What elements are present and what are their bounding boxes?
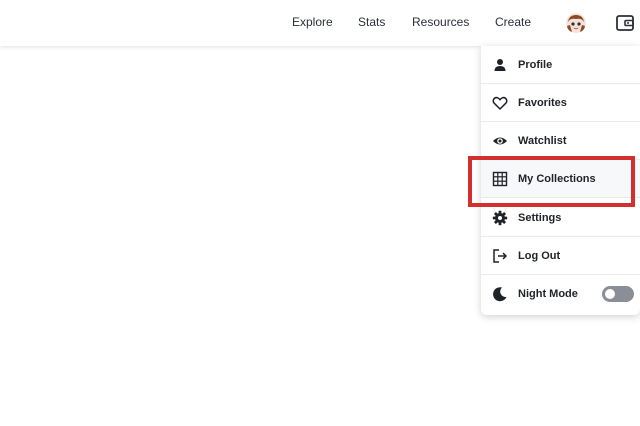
menu-item-watchlist[interactable]: Watchlist <box>481 122 640 160</box>
menu-item-log-out[interactable]: Log Out <box>481 237 640 275</box>
nav-create-link[interactable]: Create <box>495 14 531 30</box>
menu-item-label: Watchlist <box>518 135 567 147</box>
logout-icon <box>492 248 508 264</box>
menu-item-label: Profile <box>518 59 553 71</box>
eye-icon <box>492 133 508 149</box>
person-icon <box>492 57 508 73</box>
wallet-icon[interactable] <box>615 13 635 33</box>
menu-item-label: Settings <box>518 212 562 224</box>
user-avatar[interactable] <box>566 13 586 33</box>
nav-resources-link[interactable]: Resources <box>412 14 469 30</box>
nav-stats-link[interactable]: Stats <box>358 14 385 30</box>
top-navbar: Explore Stats Resources Create <box>0 0 640 46</box>
moon-icon <box>492 286 508 302</box>
menu-item-label: Favorites <box>518 97 567 109</box>
menu-item-favorites[interactable]: Favorites <box>481 84 640 122</box>
menu-item-label: Night Mode <box>518 288 578 300</box>
toggle-knob <box>605 289 615 299</box>
night-mode-toggle[interactable] <box>602 286 634 302</box>
heart-icon <box>492 95 508 111</box>
menu-item-night-mode: Night Mode <box>481 275 640 313</box>
menu-item-profile[interactable]: Profile <box>481 46 640 84</box>
menu-item-label: Log Out <box>518 250 561 262</box>
gear-icon <box>492 210 508 226</box>
nav-explore-link[interactable]: Explore <box>292 14 333 30</box>
highlight-annotation-box <box>468 156 635 207</box>
